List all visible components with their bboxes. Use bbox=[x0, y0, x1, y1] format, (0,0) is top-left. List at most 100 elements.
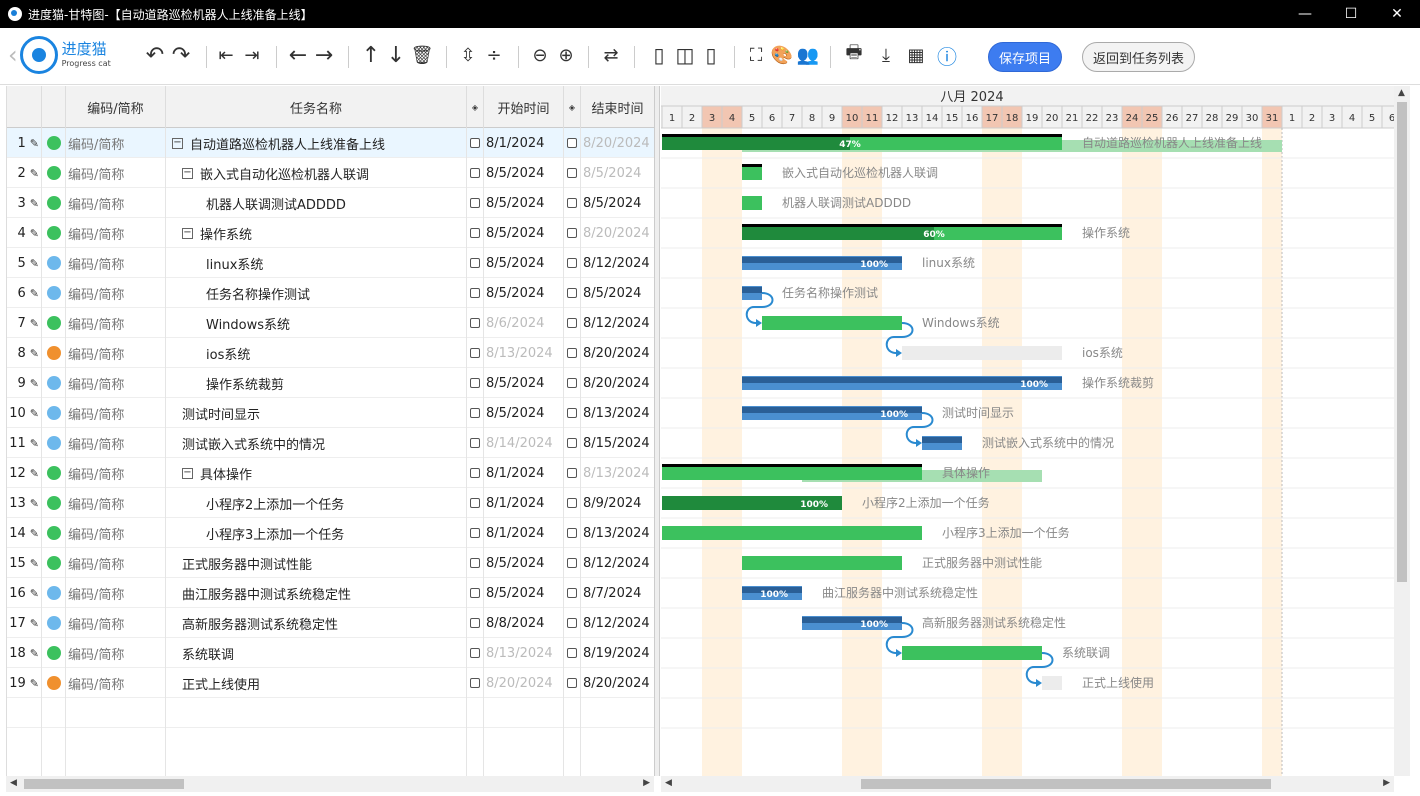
edit-pencil-icon[interactable]: ✎ bbox=[30, 167, 39, 180]
end-date-cell[interactable]: 8/9/2024 bbox=[581, 488, 654, 518]
edit-pencil-icon[interactable]: ✎ bbox=[30, 497, 39, 510]
end-lock-cell[interactable] bbox=[564, 218, 581, 248]
layout-right-icon[interactable]: ▯ bbox=[698, 40, 724, 70]
collapse-toggle-icon[interactable]: − bbox=[182, 227, 193, 239]
start-lock-cell[interactable] bbox=[467, 608, 484, 638]
table-row[interactable]: 6 ✎ 编码/简称 任务名称操作测试 8/5/2024 8/5/2024 bbox=[7, 278, 654, 308]
task-name-cell[interactable]: 测试时间显示 bbox=[166, 398, 467, 428]
end-lock-cell[interactable] bbox=[564, 398, 581, 428]
start-lock-checkbox[interactable] bbox=[470, 198, 480, 208]
end-lock-checkbox[interactable] bbox=[567, 588, 577, 598]
close-button[interactable]: ✕ bbox=[1374, 0, 1420, 28]
end-lock-checkbox[interactable] bbox=[567, 378, 577, 388]
edit-pencil-icon[interactable]: ✎ bbox=[30, 227, 39, 240]
expand-all-icon[interactable]: ⇳ bbox=[456, 40, 480, 70]
end-lock-cell[interactable] bbox=[564, 668, 581, 698]
scroll-left-icon[interactable]: ◀ bbox=[10, 778, 17, 788]
maximize-button[interactable]: ☐ bbox=[1328, 0, 1374, 28]
start-date-cell[interactable]: 8/5/2024 bbox=[484, 548, 564, 578]
code-cell[interactable]: 编码/简称 bbox=[66, 548, 166, 578]
scroll-up-icon[interactable]: ▲ bbox=[1398, 88, 1405, 98]
code-cell[interactable]: 编码/简称 bbox=[66, 428, 166, 458]
end-lock-checkbox[interactable] bbox=[567, 288, 577, 298]
header-start-toggle-icon[interactable]: ◈ bbox=[467, 86, 484, 128]
task-name-cell[interactable]: ios系统 bbox=[166, 338, 467, 368]
start-lock-cell[interactable] bbox=[467, 638, 484, 668]
table-row[interactable]: 11 ✎ 编码/简称 测试嵌入式系统中的情况 8/14/2024 8/15/2024 bbox=[7, 428, 654, 458]
task-name-cell[interactable]: 曲江服务器中测试系统稳定性 bbox=[166, 578, 467, 608]
start-lock-checkbox[interactable] bbox=[470, 228, 480, 238]
table-row[interactable]: 12 ✎ 编码/简称 − 具体操作 8/1/2024 8/13/2024 bbox=[7, 458, 654, 488]
header-task-name[interactable]: 任务名称 bbox=[166, 86, 467, 128]
header-end-toggle-icon[interactable]: ◈ bbox=[564, 86, 581, 128]
code-cell[interactable]: 编码/简称 bbox=[66, 368, 166, 398]
grid-horizontal-scrollbar[interactable]: ◀ ▶ bbox=[6, 776, 654, 792]
end-lock-checkbox[interactable] bbox=[567, 198, 577, 208]
gantt-scroll-left-icon[interactable]: ◀ bbox=[665, 778, 672, 788]
gantt-horizontal-scrollbar[interactable]: ◀ ▶ bbox=[661, 776, 1394, 792]
start-lock-cell[interactable] bbox=[467, 398, 484, 428]
start-lock-cell[interactable] bbox=[467, 188, 484, 218]
task-name-cell[interactable]: 测试嵌入式系统中的情况 bbox=[166, 428, 467, 458]
task-name-cell[interactable]: − 操作系统 bbox=[166, 218, 467, 248]
task-name-cell[interactable]: 机器人联调测试ADDDD bbox=[166, 188, 467, 218]
start-date-cell[interactable]: 8/8/2024 bbox=[484, 608, 564, 638]
end-date-cell[interactable]: 8/5/2024 bbox=[581, 278, 654, 308]
start-lock-cell[interactable] bbox=[467, 308, 484, 338]
table-row[interactable]: 14 ✎ 编码/简称 小程序3上添加一个任务 8/1/2024 8/13/2024 bbox=[7, 518, 654, 548]
table-row[interactable]: 18 ✎ 编码/简称 系统联调 8/13/2024 8/19/2024 bbox=[7, 638, 654, 668]
end-date-cell[interactable]: 8/12/2024 bbox=[581, 608, 654, 638]
end-lock-checkbox[interactable] bbox=[567, 438, 577, 448]
end-lock-checkbox[interactable] bbox=[567, 168, 577, 178]
end-lock-cell[interactable] bbox=[564, 248, 581, 278]
start-lock-cell[interactable] bbox=[467, 458, 484, 488]
undo-icon[interactable]: ↶ bbox=[142, 40, 168, 70]
end-date-cell[interactable]: 8/13/2024 bbox=[581, 398, 654, 428]
end-date-cell[interactable]: 8/13/2024 bbox=[581, 518, 654, 548]
task-bar[interactable] bbox=[742, 196, 762, 210]
start-lock-cell[interactable] bbox=[467, 218, 484, 248]
code-cell[interactable]: 编码/简称 bbox=[66, 458, 166, 488]
end-lock-checkbox[interactable] bbox=[567, 618, 577, 628]
move-up-icon[interactable]: ↑ bbox=[360, 40, 382, 70]
code-cell[interactable]: 编码/简称 bbox=[66, 278, 166, 308]
start-date-cell[interactable]: 8/1/2024 bbox=[484, 458, 564, 488]
start-date-cell[interactable]: 8/5/2024 bbox=[484, 188, 564, 218]
end-lock-checkbox[interactable] bbox=[567, 318, 577, 328]
start-date-cell[interactable]: 8/1/2024 bbox=[484, 518, 564, 548]
task-bar[interactable] bbox=[1042, 676, 1062, 690]
task-name-cell[interactable]: − 自动道路巡检机器人上线准备上线 bbox=[166, 128, 467, 158]
end-lock-cell[interactable] bbox=[564, 458, 581, 488]
end-lock-checkbox[interactable] bbox=[567, 258, 577, 268]
fullscreen-icon[interactable]: ⛶ bbox=[744, 40, 768, 70]
end-lock-cell[interactable] bbox=[564, 608, 581, 638]
back-arrow-icon[interactable]: ‹ bbox=[8, 41, 18, 69]
gantt-hscroll-thumb[interactable] bbox=[861, 779, 1271, 789]
task-name-cell[interactable]: 操作系统裁剪 bbox=[166, 368, 467, 398]
header-code[interactable]: 编码/简称 bbox=[66, 86, 166, 128]
task-name-cell[interactable]: Windows系统 bbox=[166, 308, 467, 338]
task-bar[interactable] bbox=[902, 346, 1062, 360]
end-date-cell[interactable]: 8/20/2024 bbox=[581, 218, 654, 248]
excel-icon[interactable]: ▦ bbox=[904, 40, 928, 70]
table-row[interactable]: 8 ✎ 编码/简称 ios系统 8/13/2024 8/20/2024 bbox=[7, 338, 654, 368]
task-name-cell[interactable]: 任务名称操作测试 bbox=[166, 278, 467, 308]
users-icon[interactable]: 👥 bbox=[796, 40, 820, 70]
table-row[interactable]: 9 ✎ 编码/简称 操作系统裁剪 8/5/2024 8/20/2024 bbox=[7, 368, 654, 398]
layout-split-icon[interactable]: ◫ bbox=[672, 40, 698, 70]
edit-pencil-icon[interactable]: ✎ bbox=[30, 527, 39, 540]
download-icon[interactable]: ⤓ bbox=[874, 40, 898, 70]
start-lock-checkbox[interactable] bbox=[470, 678, 480, 688]
start-lock-checkbox[interactable] bbox=[470, 138, 480, 148]
move-left-icon[interactable]: ← bbox=[286, 40, 310, 70]
end-lock-cell[interactable] bbox=[564, 158, 581, 188]
end-lock-cell[interactable] bbox=[564, 548, 581, 578]
start-lock-checkbox[interactable] bbox=[470, 258, 480, 268]
grid-scroll-thumb[interactable] bbox=[24, 779, 184, 789]
start-lock-checkbox[interactable] bbox=[470, 588, 480, 598]
outdent-icon[interactable]: ⇤ bbox=[214, 40, 238, 70]
end-lock-cell[interactable] bbox=[564, 338, 581, 368]
move-down-icon[interactable]: ↓ bbox=[385, 40, 407, 70]
end-lock-checkbox[interactable] bbox=[567, 498, 577, 508]
edit-pencil-icon[interactable]: ✎ bbox=[30, 407, 39, 420]
